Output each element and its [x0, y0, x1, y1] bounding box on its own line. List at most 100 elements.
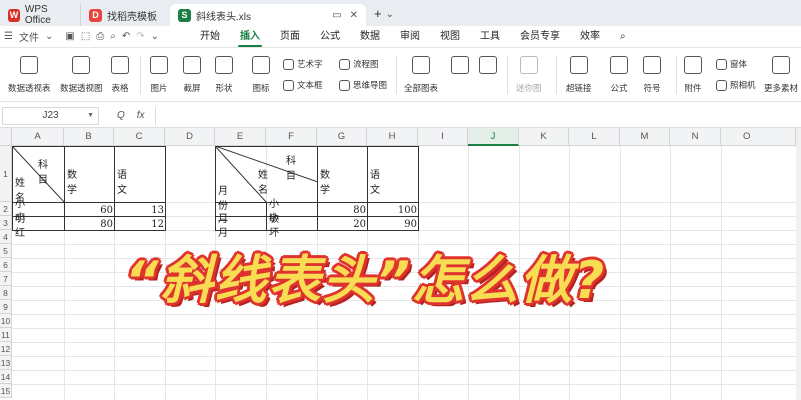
column-header-i[interactable]: I — [418, 128, 468, 146]
formula-button[interactable]: 公式 — [610, 56, 628, 94]
attachment-button[interactable]: 附件 — [684, 56, 702, 94]
table1-row3-name[interactable]: 小红 — [13, 213, 27, 239]
menu-tools[interactable]: 工具 — [470, 26, 510, 48]
camera-button[interactable]: 照相机 — [716, 79, 756, 91]
mindmap-button[interactable]: 思维导图 — [339, 79, 387, 91]
menu-data[interactable]: 数据 — [350, 26, 390, 48]
table2-header-name[interactable]: 姓名 — [256, 166, 270, 196]
form-button[interactable]: 窗体 — [716, 58, 747, 70]
zoom-icon[interactable]: Q — [117, 110, 125, 121]
table2-row3-math[interactable]: 20 — [317, 217, 368, 231]
hyperlink-button[interactable]: 超链接 — [566, 56, 592, 94]
print-preview-icon[interactable]: ⌕ — [110, 31, 116, 42]
all-charts-button[interactable]: 全部图表 — [404, 56, 438, 94]
table2-col-chinese[interactable]: 语文 — [368, 166, 382, 196]
menu-efficiency[interactable]: 效率 — [570, 26, 610, 48]
table2-header-subject[interactable]: 科目 — [284, 152, 298, 182]
column-header-a[interactable]: A — [12, 128, 64, 146]
pivot-chart-button[interactable]: 数据透视图 — [60, 56, 103, 94]
pivot-table-button[interactable]: 数据透视表 — [8, 56, 51, 94]
column-header-o[interactable]: O — [721, 128, 796, 146]
row-header-14[interactable]: 14 — [0, 370, 12, 384]
hamburger-icon[interactable]: ☰ — [4, 31, 13, 42]
column-header-d[interactable]: D — [165, 128, 215, 146]
table1-col-chinese[interactable]: 语文 — [115, 166, 129, 196]
menu-review[interactable]: 审阅 — [390, 26, 430, 48]
column-header-l[interactable]: L — [569, 128, 620, 146]
row-header-6[interactable]: 6 — [0, 258, 12, 272]
table1-row2-chinese[interactable]: 13 — [115, 203, 166, 217]
wps-home-tab[interactable]: W WPS Office — [0, 4, 80, 26]
template-tab[interactable]: D 找稻壳模板 — [80, 4, 170, 26]
formula-input[interactable] — [154, 106, 801, 125]
menu-formula[interactable]: 公式 — [310, 26, 350, 48]
line-chart-button[interactable] — [479, 56, 497, 82]
menu-view[interactable]: 视图 — [430, 26, 470, 48]
column-header-b[interactable]: B — [64, 128, 114, 146]
column-header-m[interactable]: M — [620, 128, 670, 146]
column-header-k[interactable]: K — [519, 128, 569, 146]
table1-col-math[interactable]: 数学 — [65, 166, 79, 196]
table2-row2-math[interactable]: 80 — [317, 203, 368, 217]
new-tab-button[interactable]: + — [374, 6, 382, 21]
print-icon[interactable]: ⎙ — [96, 31, 104, 42]
more-materials-button[interactable]: 更多素材 — [764, 56, 798, 94]
picture-button[interactable]: 图片 — [150, 56, 168, 94]
column-header-g[interactable]: G — [317, 128, 367, 146]
chart-types-button[interactable] — [451, 56, 469, 82]
fx-icon[interactable]: fx — [137, 110, 145, 121]
column-header-c[interactable]: C — [114, 128, 165, 146]
vertical-scrollbar[interactable] — [796, 128, 801, 400]
table1-row3-chinese[interactable]: 12 — [115, 217, 166, 231]
row-header-11[interactable]: 11 — [0, 328, 12, 342]
file-tab[interactable]: S 斜线表头.xls ▭ ✕ — [170, 4, 366, 26]
close-tab-icon[interactable]: ✕ — [350, 10, 358, 21]
column-header-n[interactable]: N — [670, 128, 721, 146]
row-header-10[interactable]: 10 — [0, 314, 12, 328]
table1-header-subject[interactable]: 科目 — [36, 156, 50, 186]
column-header-e[interactable]: E — [215, 128, 266, 146]
column-header-h[interactable]: H — [367, 128, 418, 146]
name-box[interactable]: J23 ▼ — [2, 106, 99, 125]
table1-row3-math[interactable]: 80 — [64, 217, 115, 231]
chevron-down-icon[interactable]: ▼ — [87, 112, 94, 119]
menu-insert[interactable]: 插入 — [230, 26, 270, 48]
row-header-1[interactable]: 1 — [0, 146, 12, 202]
redo-icon[interactable]: ↷ — [136, 31, 144, 42]
icon-button[interactable]: 图标 — [252, 56, 270, 94]
row-header-2[interactable]: 2 — [0, 202, 12, 216]
row-header-13[interactable]: 13 — [0, 356, 12, 370]
save-icon[interactable]: ▣ — [65, 31, 74, 42]
textbox-button[interactable]: 文本框 — [283, 79, 323, 91]
column-header-j[interactable]: J — [468, 128, 519, 146]
row-header-7[interactable]: 7 — [0, 272, 12, 286]
undo-icon[interactable]: ↶ — [122, 31, 130, 42]
column-header-f[interactable]: F — [266, 128, 317, 146]
symbol-button[interactable]: 符号 — [643, 56, 661, 94]
table1-row2-math[interactable]: 60 — [64, 203, 115, 217]
menu-member[interactable]: 会员专享 — [510, 26, 570, 48]
row-header-3[interactable]: 3 — [0, 216, 12, 230]
table-button[interactable]: 表格 — [111, 56, 129, 94]
screen-icon[interactable]: ▭ — [332, 10, 341, 21]
export-icon[interactable]: ⬚ — [81, 31, 90, 42]
menu-home[interactable]: 开始 — [190, 26, 230, 48]
file-menu[interactable]: 文件 — [19, 29, 39, 44]
table2-row2-chinese[interactable]: 100 — [368, 203, 419, 217]
row-header-4[interactable]: 4 — [0, 230, 12, 244]
row-header-12[interactable]: 12 — [0, 342, 12, 356]
wordart-button[interactable]: 艺术字 — [283, 58, 323, 70]
menu-page[interactable]: 页面 — [270, 26, 310, 48]
chevron-down-icon[interactable]: ⌄ — [45, 31, 53, 42]
shape-button[interactable]: 形状 — [215, 56, 233, 94]
row-header-5[interactable]: 5 — [0, 244, 12, 258]
table2-row3-name[interactable]: 小坏 — [267, 213, 281, 239]
tab-list-chevron-icon[interactable]: ⌄ — [386, 9, 394, 20]
table2-row3-month[interactable]: 二月 — [216, 213, 230, 239]
flowchart-button[interactable]: 流程图 — [339, 58, 379, 70]
search-icon[interactable]: ⌕ — [610, 26, 636, 48]
table2-row3-chinese[interactable]: 90 — [368, 217, 419, 231]
table2-col-math[interactable]: 数学 — [318, 166, 332, 196]
screenshot-button[interactable]: 截屏 — [183, 56, 201, 94]
row-header-8[interactable]: 8 — [0, 286, 12, 300]
